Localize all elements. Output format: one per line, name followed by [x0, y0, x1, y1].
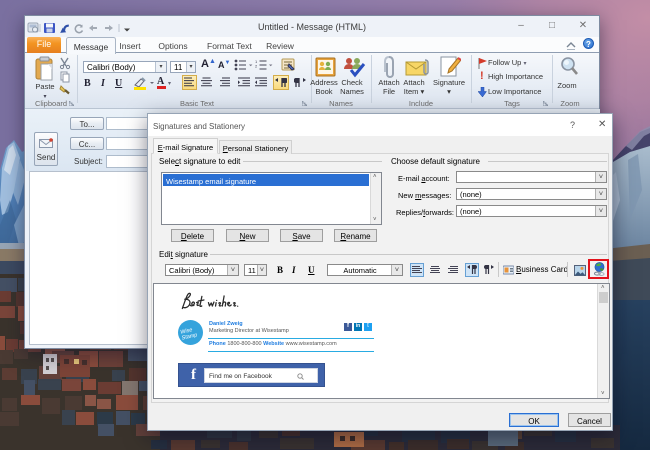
svg-text:2: 2 [255, 64, 258, 69]
